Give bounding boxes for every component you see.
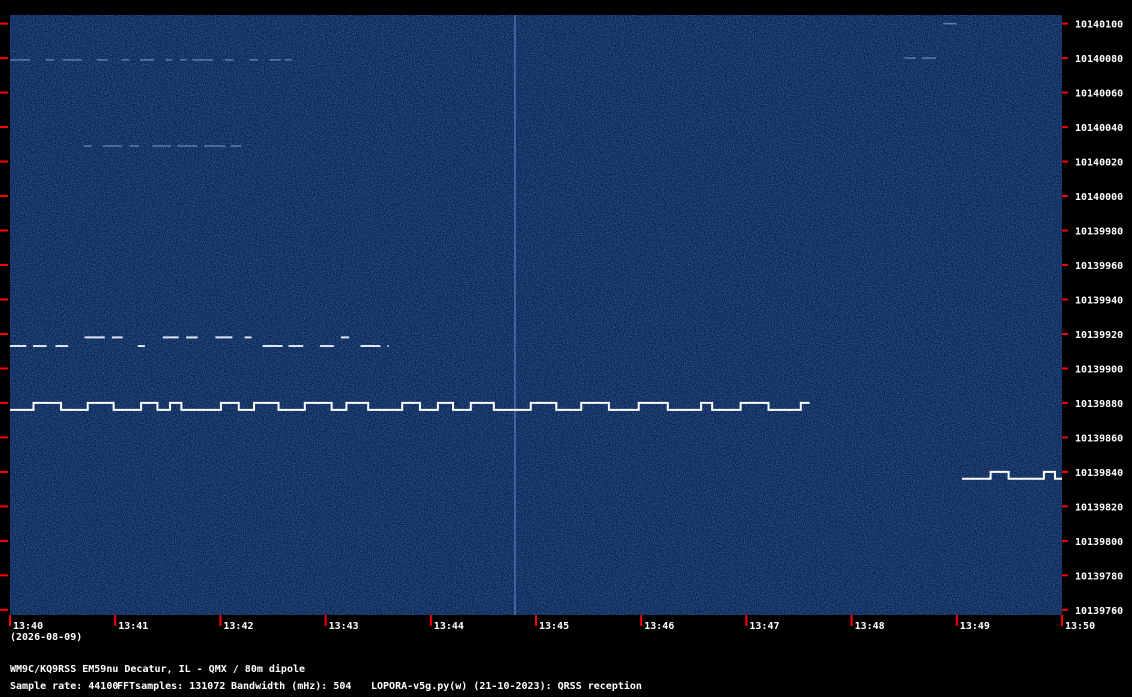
software-info: LOPORA-v5g.py(w) (21-10-2023): QRSS rece…	[371, 681, 642, 692]
date-label: (2026-08-09)	[10, 632, 83, 643]
x-tick-label: 13:43	[329, 621, 359, 632]
y-tick-label: 10139900	[1075, 364, 1123, 375]
y-tick-label: 10140060	[1075, 89, 1123, 100]
y-tick-label: 10139880	[1075, 399, 1123, 410]
y-tick-label: 10139840	[1075, 468, 1123, 479]
y-tick-label: 10139940	[1075, 295, 1123, 306]
x-tick-label: 13:50	[1065, 621, 1095, 632]
y-tick-label: 10140100	[1075, 20, 1123, 31]
y-tick-label: 10139960	[1075, 261, 1123, 272]
y-tick-label: 10139820	[1075, 502, 1123, 513]
y-tick-label: 10139920	[1075, 330, 1123, 341]
y-tick-label: 10139780	[1075, 571, 1123, 582]
sample-rate: Sample rate: 44100	[10, 681, 119, 692]
x-tick-label: 13:41	[118, 621, 148, 632]
y-tick-label: 10139800	[1075, 537, 1123, 548]
y-tick-label: 10140040	[1075, 123, 1123, 134]
spectrogram-chart: 10140100 10140080 10140060 10140040 10140020…	[0, 15, 1123, 632]
y-tick-label: 10139980	[1075, 227, 1123, 238]
x-tick-label: 13:42	[223, 621, 253, 632]
y-tick-label: 10140020	[1075, 158, 1123, 169]
y-tick-label: 10139860	[1075, 433, 1123, 444]
plot-noise-texture	[10, 15, 1062, 615]
y-tick-label: 10139760	[1075, 606, 1123, 617]
x-tick-label: 13:47	[749, 621, 779, 632]
x-tick-label: 13:48	[855, 621, 885, 632]
y-tick-label: 10140000	[1075, 192, 1123, 203]
x-tick-label: 13:46	[644, 621, 674, 632]
fft-samples: FFTsamples: 131072	[117, 681, 226, 692]
x-tick-label: 13:44	[434, 621, 464, 632]
station-info: WM9C/KQ9RSS EM59nu Decatur, IL - QMX / 8…	[10, 664, 306, 675]
x-tick-label: 13:40	[13, 621, 43, 632]
x-tick-label: 13:45	[539, 621, 569, 632]
bandwidth: Bandwidth (mHz): 504	[231, 681, 352, 692]
y-tick-label: 10140080	[1075, 54, 1123, 65]
x-tick-label: 13:49	[960, 621, 990, 632]
